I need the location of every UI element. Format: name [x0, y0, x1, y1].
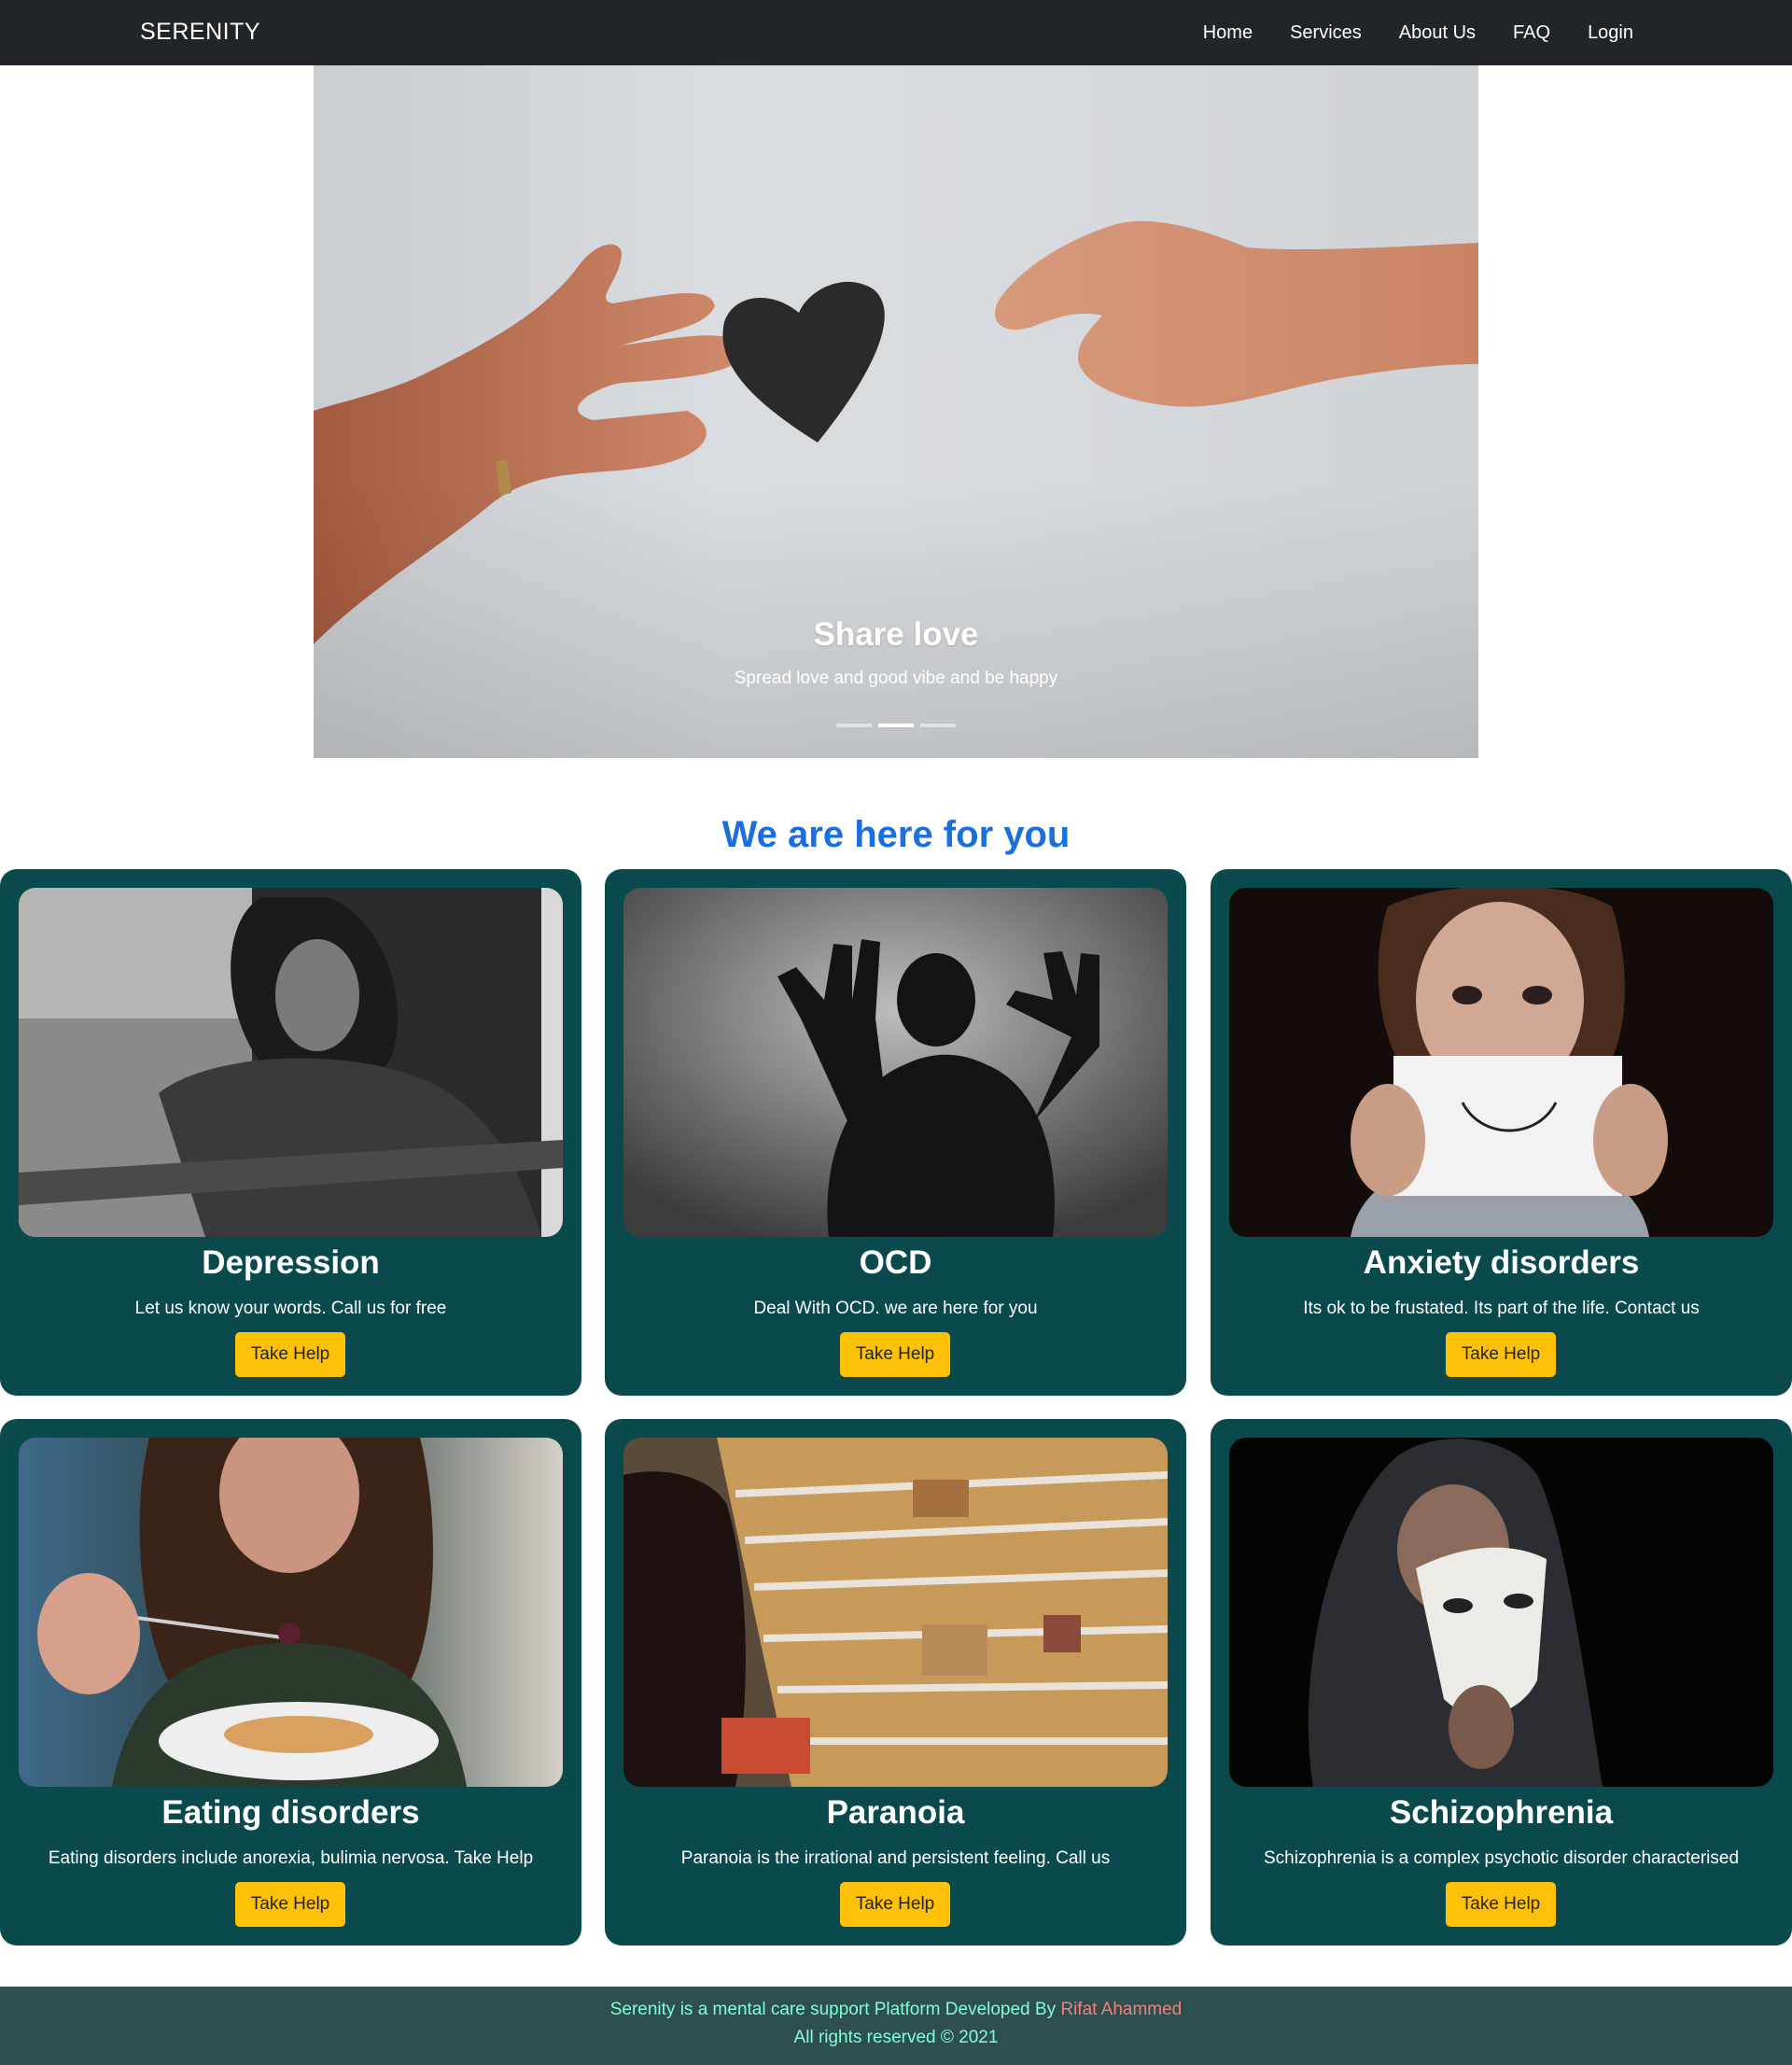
card-image-paranoia [623, 1438, 1168, 1787]
card-image-eating [19, 1438, 563, 1787]
card-title: Anxiety disorders [1363, 1244, 1640, 1281]
nav-link-home[interactable]: Home [1203, 22, 1253, 44]
card-text: Paranoia is the irrational and persisten… [680, 1848, 1111, 1868]
card-schizophrenia: Schizophrenia Schizophrenia is a complex… [1211, 1419, 1792, 1946]
card-text: Deal With OCD. we are here for you [753, 1299, 1038, 1318]
card-title: Schizophrenia [1389, 1794, 1614, 1831]
top-navbar: SERENITY Home Services About Us FAQ Logi… [0, 0, 1792, 65]
nav-link-faq[interactable]: FAQ [1513, 22, 1550, 44]
card-text: Eating disorders include anorexia, bulim… [48, 1848, 534, 1868]
carousel-indicator-3[interactable] [920, 723, 956, 727]
carousel-indicator-1[interactable] [836, 723, 872, 727]
take-help-button-depression[interactable]: Take Help [235, 1332, 345, 1377]
nav-link-login[interactable]: Login [1588, 22, 1633, 44]
card-title: Eating disorders [161, 1794, 420, 1831]
card-paranoia: Paranoia Paranoia is the irrational and … [605, 1419, 1186, 1946]
hero-image [314, 65, 1478, 758]
card-text: Let us know your words. Call us for free [134, 1299, 447, 1318]
hero-caption-title: Share love [813, 616, 979, 653]
card-ocd: OCD Deal With OCD. we are here for you T… [605, 869, 1186, 1396]
take-help-button-ocd[interactable]: Take Help [840, 1332, 950, 1377]
card-image-schizophrenia [1229, 1438, 1773, 1787]
card-image-ocd [623, 888, 1168, 1237]
footer-copyright: All rights reserved © 2021 [793, 2028, 999, 2047]
carousel-indicator-2[interactable] [878, 723, 914, 727]
take-help-button-eating[interactable]: Take Help [235, 1882, 345, 1927]
card-title: Depression [202, 1244, 380, 1281]
take-help-button-paranoia[interactable]: Take Help [840, 1882, 950, 1927]
card-image-depression [19, 888, 563, 1237]
card-anxiety-disorders: Anxiety disorders Its ok to be frustated… [1211, 869, 1792, 1396]
brand-logo[interactable]: SERENITY [140, 19, 260, 46]
card-title: OCD [859, 1244, 932, 1281]
card-text: Its ok to be frustated. Its part of the … [1303, 1299, 1700, 1318]
hero-caption-text: Spread love and good vibe and be happy [734, 668, 1058, 688]
card-text: Schizophrenia is a complex psychotic dis… [1263, 1848, 1740, 1868]
take-help-button-anxiety[interactable]: Take Help [1446, 1332, 1556, 1377]
section-title: We are here for you [721, 814, 1071, 855]
footer-author: Rifat Ahammed [1060, 2000, 1183, 2019]
take-help-button-schizophrenia[interactable]: Take Help [1446, 1882, 1556, 1927]
card-title: Paranoia [826, 1794, 965, 1831]
card-depression: Depression Let us know your words. Call … [0, 869, 581, 1396]
footer-credit: Serenity is a mental care support Platfo… [0, 2000, 1792, 2020]
nav-links: Home Services About Us FAQ Login [1203, 0, 1633, 65]
footer-credit-text: Serenity is a mental care support Platfo… [609, 2000, 1057, 2019]
nav-link-services[interactable]: Services [1290, 22, 1362, 44]
card-image-anxiety [1229, 888, 1773, 1237]
hero-carousel[interactable]: Share love Spread love and good vibe and… [314, 65, 1478, 758]
card-eating-disorders: Eating disorders Eating disorders includ… [0, 1419, 581, 1946]
nav-link-about-us[interactable]: About Us [1399, 22, 1476, 44]
carousel-indicators [314, 723, 1478, 727]
footer: Serenity is a mental care support Platfo… [0, 1987, 1792, 2065]
